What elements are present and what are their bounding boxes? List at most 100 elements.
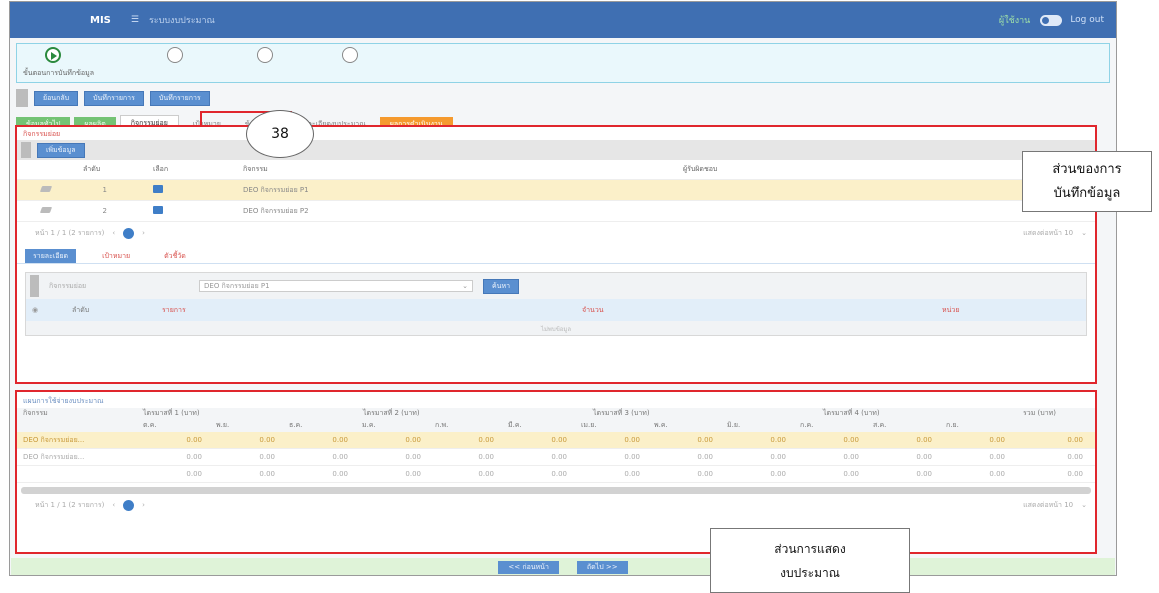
subtab-detail[interactable]: รายละเอียด [25, 249, 77, 263]
collapse-handle[interactable] [16, 89, 28, 107]
step-3[interactable] [257, 47, 273, 63]
month-header: ธ.ค. [289, 421, 303, 429]
edit-icon[interactable] [39, 207, 53, 213]
budget-value: 0.00 [989, 470, 1005, 478]
inner-table-header: ◉ ลำดับ รายการ จำนวน หน่วย [26, 299, 1086, 321]
bottom-nav: << ก่อนหน้า ถัดไป >> [11, 558, 1115, 575]
pager: หน้า 1 / 1 (2 รายการ) ‹ › แสดงต่อหน้า 10… [17, 222, 1095, 244]
month-header: ก.ค. [800, 421, 814, 429]
step-number-bubble: 38 [246, 110, 314, 158]
budget-value: 0.00 [259, 436, 275, 444]
chevron-down-icon[interactable]: ⌄ [1081, 501, 1087, 509]
budget-value: 0.00 [989, 453, 1005, 461]
collapse-handle[interactable] [21, 142, 31, 158]
collapse-handle[interactable] [30, 275, 39, 297]
logout-link[interactable]: Log out [1070, 15, 1104, 25]
row-no: 2 [102, 207, 107, 215]
search-button[interactable]: ค้นหา [483, 278, 520, 294]
budget-value: 0.00 [405, 470, 421, 478]
save-button-2[interactable]: บันทึกรายการ [149, 90, 210, 106]
play-icon [45, 47, 61, 63]
budget-value: 0.00 [478, 436, 494, 444]
month-header: ต.ค. [143, 421, 157, 429]
step-1[interactable] [45, 47, 61, 63]
table-row[interactable]: 2 DEO กิจกรรมย่อย P2 [17, 201, 1095, 222]
col-no: ลำดับ [83, 165, 101, 173]
budget-row[interactable]: DEO กิจกรรมย่อย... 0.00 0.00 0.00 0.00 0.00 0.… [17, 432, 1095, 449]
circle-icon [167, 47, 183, 63]
prev-button[interactable]: << ก่อนหน้า [498, 560, 559, 574]
sub-tab-bar: รายละเอียด เป้าหมาย ตัวชี้วัด [17, 244, 1095, 264]
empty-message: ไม่พบข้อมูล [540, 326, 572, 333]
inner-col-unit: หน่วย [942, 305, 960, 314]
budget-value: 0.00 [405, 453, 421, 461]
theme-toggle[interactable] [1040, 14, 1063, 26]
page-1-button[interactable] [123, 499, 135, 511]
budget-value: 0.00 [1067, 436, 1083, 444]
prev-page-icon[interactable]: ‹ [112, 229, 115, 237]
app-title: ระบบงบประมาณ [148, 16, 215, 26]
checkbox-icon[interactable] [153, 185, 163, 193]
add-button[interactable]: เพิ่มข้อมูล [37, 142, 85, 158]
back-button[interactable]: ย้อนกลับ [34, 90, 79, 106]
col-select: เลือก [153, 165, 169, 173]
budget-value: 0.00 [1067, 453, 1083, 461]
col-activity: กิจกรรม [23, 409, 48, 417]
budget-value: 0.00 [843, 453, 859, 461]
edit-icon[interactable] [39, 186, 53, 192]
next-page-icon[interactable]: › [142, 229, 145, 237]
next-page-icon[interactable]: › [142, 501, 145, 509]
progress-steps: ขั้นตอนการบันทึกข้อมูล [16, 43, 1110, 83]
month-header: ก.ย. [946, 421, 959, 429]
circle-icon [257, 47, 273, 63]
page-size-label[interactable]: แสดงต่อหน้า 10 [1023, 228, 1073, 239]
budget-row[interactable]: DEO กิจกรรมย่อย... 0.00 0.00 0.00 0.00 0.00 0.… [17, 449, 1095, 466]
filter-row: กิจกรรมย่อย DEO กิจกรรมย่อย P1 ⌄ ค้นหา [26, 273, 1086, 299]
page-1-button[interactable] [123, 227, 135, 239]
chevron-down-icon[interactable]: ⌄ [1081, 229, 1087, 237]
month-header: มิ.ย. [727, 421, 741, 429]
menu-icon[interactable]: ☰ [131, 15, 139, 25]
data-entry-section: กิจกรรมย่อย เพิ่มข้อมูล ลำดับ เลือก กิจก… [15, 125, 1097, 384]
next-button[interactable]: ถัดไป >> [576, 560, 628, 574]
callout-data-entry: ส่วนของการ บันทึกข้อมูล [1022, 151, 1152, 212]
budget-value: 0.00 [186, 470, 202, 478]
filter-label: กิจกรรมย่อย [49, 281, 87, 290]
eye-icon: ◉ [32, 306, 39, 314]
circle-icon [342, 47, 358, 63]
table-row[interactable]: 1 DEO กิจกรรมย่อย P1 [17, 180, 1095, 201]
page-size-label[interactable]: แสดงต่อหน้า 10 [1023, 500, 1073, 511]
subtab-target[interactable]: เป้าหมาย [94, 249, 138, 263]
budget-header-quarters: กิจกรรม ไตรมาสที่ 1 (บาท) ไตรมาสที่ 2 (บ… [17, 408, 1095, 420]
section-title: กิจกรรมย่อย [23, 130, 61, 138]
brand-logo[interactable]: MIS [90, 15, 111, 26]
subtab-indicator[interactable]: ตัวชี้วัด [156, 249, 194, 263]
activity-select[interactable]: DEO กิจกรรมย่อย P1 ⌄ [199, 280, 473, 292]
budget-value: 0.00 [624, 470, 640, 478]
budget-value: 0.00 [697, 436, 713, 444]
budget-value: 0.00 [843, 470, 859, 478]
quarter-3: ไตรมาสที่ 3 (บาท) [593, 409, 650, 417]
quarter-1: ไตรมาสที่ 1 (บาท) [143, 409, 200, 417]
app-window: MIS ☰ ระบบงบประมาณ ผู้ใช้งาน Log out ขั้… [9, 1, 1117, 576]
budget-title: แผนการใช้จ่ายงบประมาณ [23, 397, 104, 405]
pager-info: หน้า 1 / 1 (2 รายการ) [35, 228, 105, 237]
month-header: ม.ค. [362, 421, 376, 429]
budget-value: 0.00 [259, 453, 275, 461]
month-header: เม.ย. [581, 421, 597, 429]
user-menu[interactable]: ผู้ใช้งาน [999, 13, 1030, 27]
budget-display-section: แผนการใช้จ่ายงบประมาณ กิจกรรม ไตรมาสที่ … [15, 390, 1097, 554]
budget-header-months: ต.ค. พ.ย. ธ.ค. ม.ค. ก.พ. มี.ค. เม.ย. พ.ค. มิ.ย. ก… [17, 420, 1095, 432]
budget-value: 0.00 [259, 470, 275, 478]
horizontal-scrollbar[interactable] [21, 487, 1091, 494]
step-2[interactable] [167, 47, 183, 63]
budget-row[interactable]: 0.00 0.00 0.00 0.00 0.00 0.00 0.00 0.00 0.00 0.00… [17, 466, 1095, 483]
pager-info: หน้า 1 / 1 (2 รายการ) [35, 500, 105, 509]
step-4[interactable] [342, 47, 358, 63]
checkbox-icon[interactable] [153, 206, 163, 214]
budget-value: 0.00 [916, 436, 932, 444]
prev-page-icon[interactable]: ‹ [112, 501, 115, 509]
save-button-1[interactable]: บันทึกรายการ [84, 90, 144, 106]
budget-value: 0.00 [186, 453, 202, 461]
month-header: พ.ย. [216, 421, 230, 429]
